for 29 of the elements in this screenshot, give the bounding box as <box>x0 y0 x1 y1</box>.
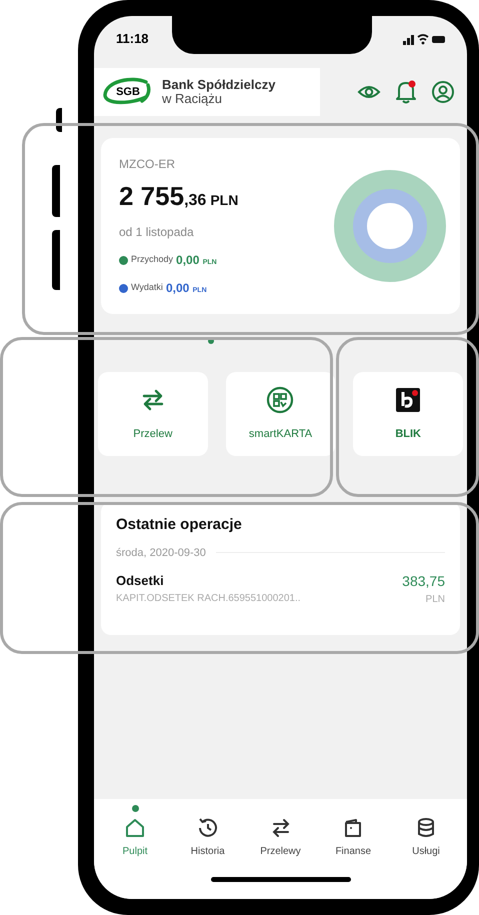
section-title: Ostatnie operacje <box>116 515 243 535</box>
qr-code-icon <box>266 386 294 414</box>
blik-logo-icon <box>394 386 422 414</box>
bell-icon[interactable] <box>395 80 417 104</box>
status-time: 11:18 <box>116 30 149 48</box>
nav-tab[interactable]: Pulpit <box>104 805 166 859</box>
account-name: MZCO-ER <box>119 156 176 173</box>
status-icons <box>403 33 445 45</box>
nav-tab[interactable]: Usługi <box>395 805 457 859</box>
shortcut-tile[interactable]: BLIK <box>353 372 463 456</box>
period-label: od 1 listopada <box>119 224 195 241</box>
operation-currency: PLN <box>426 593 445 607</box>
date-label: środa, 2020-09-30 <box>116 546 206 560</box>
logo-text: SGB <box>116 84 140 100</box>
shortcut-tile[interactable]: Przelew <box>98 372 208 456</box>
legend-label: Przychody <box>131 253 174 266</box>
user-icon[interactable] <box>431 80 455 104</box>
home-icon <box>123 816 147 840</box>
operation-amount: 383,75 <box>402 572 445 591</box>
nav-tab[interactable]: Finanse <box>322 805 384 859</box>
account-balance: 2 755,36 PLN <box>119 183 240 209</box>
bank-location: w Raciążu <box>162 92 222 106</box>
nav-tab[interactable]: Przelewy <box>250 805 312 859</box>
nav-tab[interactable]: Historia <box>176 805 239 859</box>
legend-label: Wydatki <box>131 281 163 294</box>
operation-title: Odsetki <box>116 572 165 590</box>
shortcut-tile[interactable]: smartKARTA <box>226 372 336 456</box>
bank-name: Bank Spółdzielczy <box>162 78 276 92</box>
operation-description: KAPIT.ODSETEK RACH.659551000201.. <box>116 592 301 606</box>
